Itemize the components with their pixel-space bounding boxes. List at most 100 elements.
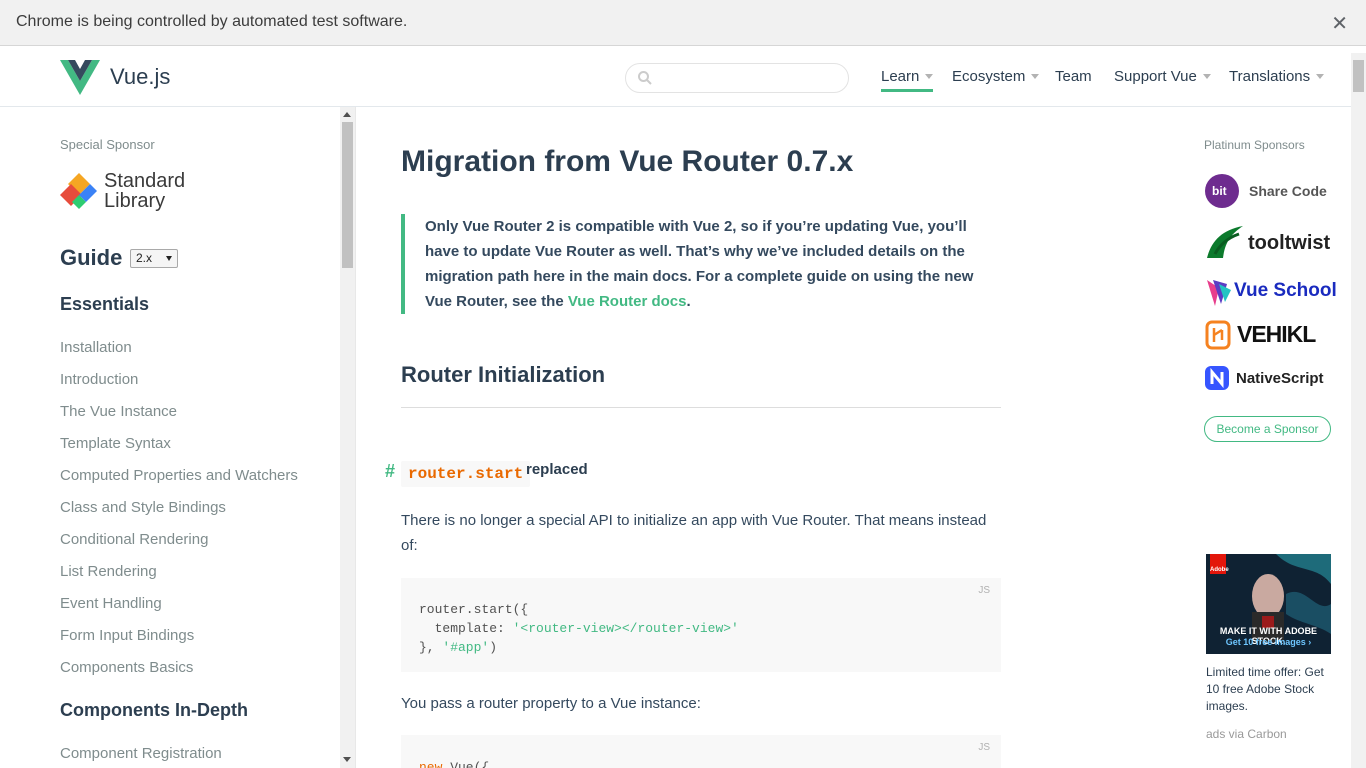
chevron-down-icon xyxy=(1316,73,1325,79)
ad-subline: Get 10 free images › xyxy=(1225,637,1312,647)
nav-ecosystem[interactable]: Ecosystem xyxy=(952,68,1040,85)
code-string: '#app' xyxy=(442,640,490,655)
code-line-end: ) xyxy=(489,640,498,655)
sidebar-item-event-handling[interactable]: Event Handling xyxy=(60,595,162,612)
nativescript-logo-icon xyxy=(1205,366,1229,390)
platinum-sponsors-label: Platinum Sponsors xyxy=(1204,138,1305,152)
standard-library-line1: Standard xyxy=(104,170,186,192)
tooltwist-logo-icon xyxy=(1207,226,1243,258)
carbon-ad-text[interactable]: Limited time offer: Get 10 free Adobe St… xyxy=(1206,664,1334,715)
version-value: 2.x xyxy=(136,251,153,265)
code-lines: router.start({ template: '<router-view><… xyxy=(419,600,739,657)
search-input[interactable] xyxy=(660,68,844,90)
sponsor-bit[interactable]: bit Share Code xyxy=(1205,172,1331,212)
paragraph-2: You pass a router property to a Vue inst… xyxy=(401,695,701,712)
paragraph-1: There is no longer a special API to init… xyxy=(401,512,987,554)
anchor-link[interactable]: # xyxy=(385,461,395,482)
sidebar: Special Sponsor Standard Library Guide 2… xyxy=(0,107,340,768)
sidebar-item-introduction[interactable]: Introduction xyxy=(60,371,138,388)
tip-body: Only Vue Router 2 is compatible with Vue… xyxy=(425,218,974,310)
code-line: Vue({ xyxy=(442,760,490,768)
scroll-up-arrow-icon[interactable] xyxy=(343,112,351,117)
sidebar-item-component-registration[interactable]: Component Registration xyxy=(60,745,222,762)
vue-logo-icon[interactable] xyxy=(60,60,100,100)
sidebar-item-form-input[interactable]: Form Input Bindings xyxy=(60,627,194,644)
nav-support-vue[interactable]: Support Vue xyxy=(1114,68,1211,85)
special-sponsor-label: Special Sponsor xyxy=(60,137,155,152)
search-box[interactable] xyxy=(625,63,849,93)
sidebar-item-components-basics[interactable]: Components Basics xyxy=(60,659,193,676)
page-scrollbar[interactable] xyxy=(1351,53,1366,768)
carbon-ad-image[interactable]: Adobe MAKE IT WITH ADOBE STOCK. Get 10 f… xyxy=(1206,554,1331,654)
close-icon[interactable]: ✕ xyxy=(1331,11,1348,36)
tip-callout: Only Vue Router 2 is compatible with Vue… xyxy=(401,214,1001,314)
version-select[interactable]: 2.x xyxy=(130,249,178,268)
h3-code: router.start xyxy=(401,461,531,487)
code-lang-label: JS xyxy=(978,742,990,753)
code-line: router.start({ xyxy=(419,602,529,617)
nav-translations[interactable]: Translations xyxy=(1229,68,1325,85)
sponsor-name: Share Code xyxy=(1249,183,1327,199)
section-title-essentials: Essentials xyxy=(60,294,150,314)
chevron-down-icon xyxy=(1031,73,1040,79)
sponsor-tooltwist[interactable]: tooltwist xyxy=(1205,224,1331,264)
heading-divider xyxy=(401,407,1001,408)
sponsor-name: Vue School xyxy=(1234,280,1337,301)
divider xyxy=(355,107,356,768)
site-header: Vue.js Learn Ecosystem Team Support Vue … xyxy=(0,46,1366,107)
code-line: }, xyxy=(419,640,443,655)
vehikl-logo-icon xyxy=(1205,320,1231,350)
sponsor-name: tooltwist xyxy=(1248,232,1331,254)
nav-team[interactable]: Team xyxy=(1055,68,1092,85)
dropdown-arrow-icon xyxy=(166,256,172,261)
sidebar-item-template-syntax[interactable]: Template Syntax xyxy=(60,435,171,452)
sidebar-item-vue-instance[interactable]: The Vue Instance xyxy=(60,403,177,420)
standard-library-line2: Library xyxy=(104,190,166,212)
code-block-1: JS router.start({ template: '<router-vie… xyxy=(401,578,1001,672)
tip-end: . xyxy=(686,293,691,310)
scroll-down-arrow-icon[interactable] xyxy=(343,757,351,762)
chevron-down-icon xyxy=(925,73,934,79)
search-icon xyxy=(637,70,653,91)
code-lines: new Vue({ xyxy=(419,758,489,768)
sidebar-item-conditional[interactable]: Conditional Rendering xyxy=(60,531,208,548)
become-a-sponsor-button[interactable]: Become a Sponsor xyxy=(1204,416,1331,442)
section-title-components-in-depth: Components In-Depth xyxy=(60,700,248,720)
infobar-message: Chrome is being controlled by automated … xyxy=(16,13,408,30)
bit-badge: bit xyxy=(1212,184,1227,198)
standard-library-text[interactable]: Standard Library xyxy=(104,171,185,211)
code-keyword: new xyxy=(419,760,443,768)
nav-translations-label: Translations xyxy=(1229,68,1311,85)
guide-title: Guide xyxy=(60,245,123,270)
sponsor-vehikl[interactable]: VEHIKL xyxy=(1205,318,1331,358)
chevron-down-icon xyxy=(1202,73,1211,79)
brand-name[interactable]: Vue.js xyxy=(110,64,170,90)
ads-via-carbon[interactable]: ads via Carbon xyxy=(1206,727,1287,741)
vue-school-logo-icon xyxy=(1207,280,1231,306)
code-string: '<router-view></router-view>' xyxy=(512,621,739,636)
sponsor-vue-school[interactable]: Vue School xyxy=(1205,274,1337,314)
sponsor-name: VEHIKL xyxy=(1237,321,1316,347)
nav-ecosystem-label: Ecosystem xyxy=(952,68,1026,85)
code-lang-label: JS xyxy=(978,585,990,596)
sidebar-item-class-style[interactable]: Class and Style Bindings xyxy=(60,499,226,516)
nav-learn[interactable]: Learn xyxy=(881,68,934,92)
automation-infobar: Chrome is being controlled by automated … xyxy=(0,0,1366,46)
sidebar-item-list-rendering[interactable]: List Rendering xyxy=(60,563,157,580)
sidebar-scrollbar-thumb[interactable] xyxy=(342,122,353,268)
standard-library-logo-icon[interactable] xyxy=(60,171,98,216)
h3-text: replaced xyxy=(526,461,588,478)
sponsor-name: NativeScript xyxy=(1236,370,1324,387)
code-line: template: xyxy=(419,621,513,636)
sponsor-nativescript[interactable]: NativeScript xyxy=(1205,364,1331,404)
sidebar-item-installation[interactable]: Installation xyxy=(60,339,132,356)
sidebar-item-computed[interactable]: Computed Properties and Watchers xyxy=(60,467,298,484)
vue-router-docs-link[interactable]: Vue Router docs xyxy=(568,293,687,310)
code-block-2: JS new Vue({ xyxy=(401,735,1001,768)
nav-team-label: Team xyxy=(1055,68,1092,85)
ad-brand: Adobe xyxy=(1210,567,1229,573)
tip-text: Only Vue Router 2 is compatible with Vue… xyxy=(425,214,1001,314)
page-scrollbar-thumb[interactable] xyxy=(1353,60,1364,92)
page-title: Migration from Vue Router 0.7.x xyxy=(401,145,854,178)
nav-learn-label: Learn xyxy=(881,68,920,85)
